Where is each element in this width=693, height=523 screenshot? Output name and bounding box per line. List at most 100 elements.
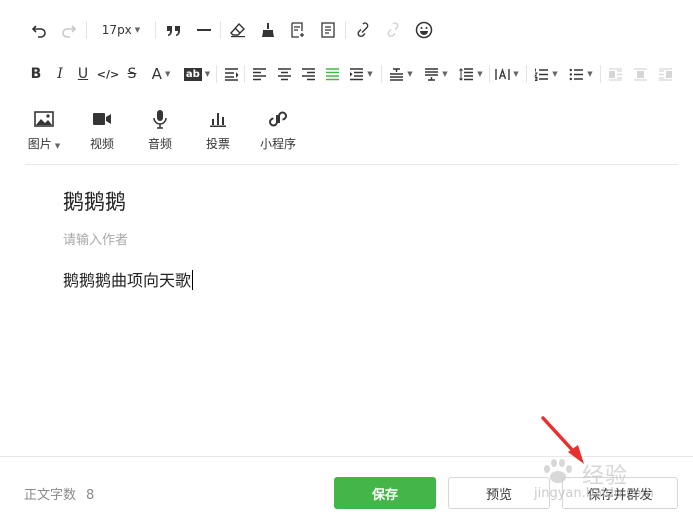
article-template-button[interactable] [318, 14, 338, 46]
blockquote-button[interactable] [164, 14, 184, 46]
font-color-button[interactable]: A ▼ [146, 58, 176, 90]
save-button[interactable]: 保存 [334, 477, 436, 509]
article-title-input[interactable]: 鹅鹅鹅 [63, 186, 126, 216]
toolbar-divider [244, 65, 245, 83]
chevron-down-icon: ▼ [54, 142, 61, 150]
author-input[interactable]: 请输入作者 [63, 229, 128, 248]
float-left-button[interactable] [605, 58, 625, 90]
clear-format-button[interactable] [228, 14, 248, 46]
spacing-after-icon [425, 67, 439, 81]
line-height-select[interactable]: ▼ [456, 58, 486, 90]
highlight-icon: ab [183, 67, 202, 81]
chevron-down-icon: ▼ [134, 25, 141, 34]
eraser-icon [230, 22, 245, 38]
align-center-button[interactable] [275, 58, 293, 90]
letter-spacing-select[interactable]: ▼ [492, 58, 522, 90]
font-size-select[interactable]: 17px ▼ [96, 14, 146, 46]
background-color-button[interactable]: ab ▼ [181, 58, 213, 90]
italic-button[interactable]: I [52, 58, 68, 90]
chevron-down-icon: ▼ [164, 69, 171, 78]
toolbar-row-1: 17px ▼ [0, 14, 693, 46]
bar-chart-icon [210, 113, 226, 127]
ordered-list-select[interactable]: ▼ [531, 58, 561, 90]
insert-audio-button[interactable]: 音频 [140, 108, 180, 152]
horizontal-line-icon [197, 29, 211, 31]
toolbar-divider [86, 21, 87, 39]
mini-program-label: 小程序 [259, 137, 296, 151]
bold-button[interactable]: B [28, 58, 44, 90]
image-label: 图片 [27, 137, 52, 151]
undo-button[interactable] [28, 14, 50, 46]
document-add-icon [291, 22, 304, 38]
emoji-button[interactable] [413, 14, 435, 46]
unordered-list-select[interactable]: ▼ [566, 58, 596, 90]
link-icon [357, 22, 369, 38]
redo-icon [62, 25, 77, 38]
code-button[interactable]: </> [96, 58, 120, 90]
toolbar-divider [600, 65, 601, 83]
chevron-down-icon: ▼ [407, 69, 413, 78]
float-right-button[interactable] [655, 58, 675, 90]
justify-icon [325, 67, 339, 80]
font-color-icon: A [151, 65, 162, 83]
mini-program-icon [269, 111, 287, 127]
word-count: 正文字数 8 [24, 484, 94, 503]
toolbar-divider-line [25, 164, 678, 165]
article-body-text: 鹅鹅鹅曲项向天歌 [63, 271, 192, 290]
chevron-down-icon: ▼ [477, 69, 483, 78]
spacing-before-select[interactable]: ▼ [386, 58, 416, 90]
format-painter-button[interactable] [258, 14, 278, 46]
spacing-after-select[interactable]: ▼ [421, 58, 451, 90]
redo-button[interactable] [58, 14, 80, 46]
indent-icon [224, 67, 238, 81]
insert-vote-button[interactable]: 投票 [198, 108, 238, 152]
insert-mini-program-button[interactable]: 小程序 [258, 108, 298, 152]
undo-icon [31, 25, 46, 38]
align-right-icon [301, 67, 315, 80]
image-icon [34, 111, 54, 127]
line-height-icon [459, 67, 474, 81]
document-icon [321, 22, 335, 38]
align-left-icon [252, 67, 266, 80]
text-indent-icon [350, 67, 364, 80]
bold-icon: B [30, 66, 42, 82]
align-right-button[interactable] [299, 58, 317, 90]
align-center-icon [277, 67, 291, 80]
align-left-button[interactable] [250, 58, 268, 90]
insert-template-button[interactable] [288, 14, 308, 46]
strikethrough-icon: S [127, 66, 137, 82]
text-indent-select[interactable]: ▼ [346, 58, 376, 90]
insert-image-button[interactable]: 图片 ▼ [24, 108, 64, 152]
toolbar-divider [489, 65, 490, 83]
strikethrough-button[interactable]: S [124, 58, 140, 90]
float-right-icon [658, 67, 672, 81]
article-body-editor[interactable]: 鹅鹅鹅曲项向天歌 [63, 267, 194, 291]
unlink-icon [387, 22, 399, 38]
unordered-list-icon [569, 68, 584, 80]
chevron-down-icon: ▼ [204, 69, 211, 78]
microphone-icon [153, 110, 167, 129]
float-left-icon [608, 67, 622, 81]
annotation-arrow-icon [541, 416, 584, 464]
ordered-list-icon [534, 68, 549, 81]
justify-button[interactable] [323, 58, 341, 90]
unlink-button[interactable] [383, 14, 403, 46]
indent-button[interactable] [222, 58, 240, 90]
word-count-label: 正文字数 [24, 488, 77, 503]
video-icon [93, 113, 111, 125]
chevron-down-icon: ▼ [587, 69, 593, 78]
chevron-down-icon: ▼ [552, 69, 558, 78]
insert-video-button[interactable]: 视频 [82, 108, 122, 152]
audio-label: 音频 [147, 137, 172, 151]
underline-button[interactable]: U [75, 58, 91, 90]
letter-spacing-icon [495, 67, 510, 80]
word-count-value: 8 [86, 488, 95, 503]
text-cursor [192, 270, 194, 290]
media-toolbar: 图片 ▼ 视频 音频 投票 小程序 [0, 108, 693, 160]
float-center-button[interactable] [630, 58, 650, 90]
chevron-down-icon: ▼ [513, 69, 519, 78]
code-icon: </> [96, 67, 120, 81]
horizontal-rule-button[interactable] [194, 14, 214, 46]
insert-link-button[interactable] [353, 14, 373, 46]
watermark-url: jingyan.baidu.com [534, 486, 654, 501]
